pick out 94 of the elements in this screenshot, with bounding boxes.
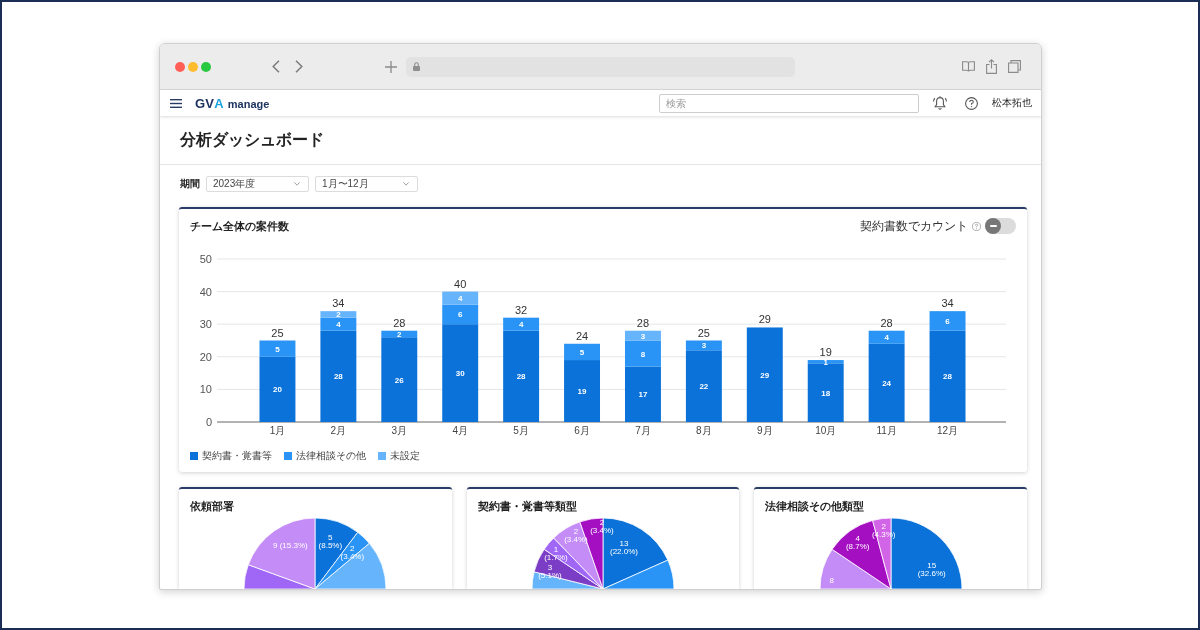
bar-value-label: 22 [699,382,709,392]
new-tab-icon[interactable] [385,60,397,73]
tabs-icon[interactable] [1008,60,1021,73]
window-close-icon[interactable] [175,61,185,72]
bar-total-label: 19 [819,346,832,359]
bar-value-label: 28 [516,372,526,382]
x-axis-label: 8月 [696,425,712,436]
bar-value-label: 6 [945,316,950,326]
y-axis-label: 20 [199,350,212,363]
bar-value-label: 29 [760,370,770,380]
x-axis-label: 2月 [330,425,347,436]
legend-label: 法律相談その他 [296,450,366,462]
bar-total-label: 25 [271,326,284,339]
x-axis-label: 9月 [757,425,773,436]
pie-chart-title: 法律相談その他類型 [765,499,866,514]
forward-icon[interactable] [295,60,303,73]
bar-total-label: 25 [697,326,710,339]
y-axis-label: 0 [205,416,212,428]
bar-value-label: 17 [638,390,648,400]
legend-label: 契約書・覚書等 [202,450,272,462]
bar-total-label: 24 [575,329,589,342]
legend-label: 未設定 [390,450,420,462]
bar-value-label: 18 [821,388,831,398]
bar-value-label: 4 [518,320,524,330]
pie-chart-title: 依頼部署 [190,499,235,514]
bar-value-label: 2 [397,330,402,339]
period-dropdown[interactable]: 1月〜12月 [315,176,418,192]
help-icon[interactable] [965,96,978,110]
slice-label: 3 (5.1%) [538,564,562,580]
x-axis-label: 12月 [937,425,959,436]
back-icon[interactable] [272,60,280,73]
chevron-down-icon [294,182,300,186]
bar-total-label: 29 [758,313,771,326]
bar-total-label: 34 [941,297,954,310]
chart-title: チーム全体の案件数 [190,219,289,234]
bar-value-label: 4 [458,294,463,304]
search-field[interactable]: 検索 [659,93,919,113]
window-zoom-icon[interactable] [201,61,211,72]
bar-value-label: 19 [577,387,587,397]
bar-value-label: 24 [882,378,892,388]
toggle-switch[interactable] [985,218,1016,234]
bar-total-label: 32 [515,303,528,316]
x-axis-label: 10月 [815,425,837,436]
user-name[interactable]: 松本拓也 [992,96,1032,110]
bar-value-label: 1 [823,357,828,367]
period-label: 期間 [180,177,200,191]
slice-label: 5 (8.5%) [318,534,343,550]
x-axis-label: 5月 [513,425,529,436]
menu-icon[interactable] [170,98,182,108]
x-axis-label: 7月 [635,425,651,436]
book-icon[interactable] [962,61,975,72]
bar-value-label: 30 [455,369,465,379]
x-axis-label: 1月 [269,425,286,436]
slice-label: 9 (15.3%) [273,542,308,550]
bar-total-label: 40 [454,277,467,290]
bar-total-label: 28 [880,316,893,329]
bar-value-label: 4 [336,320,341,330]
slice-label: 8 [829,577,834,585]
bar-value-label: 6 [458,310,463,320]
period-dropdown[interactable]: 2023年度 [206,176,309,192]
slice-label: 13 (22.0%) [610,540,638,556]
share-icon[interactable] [986,59,997,74]
bar-value-label: 2 [336,310,341,320]
bar-value-label: 8 [640,349,646,359]
toggle-label: 契約書数でカウント [860,218,968,234]
bar-total-label: 28 [393,316,406,329]
bar-value-label: 28 [333,372,343,382]
bar-value-label: 4 [884,333,889,343]
page-title: 分析ダッシュボード [180,130,324,150]
bar-value-label: 5 [275,344,280,354]
bar-value-label: 26 [394,375,404,385]
bar-value-label: 5 [579,347,585,357]
x-axis-label: 4月 [452,425,468,436]
bar-value-label: 3 [640,331,646,341]
bar-total-label: 28 [636,316,650,329]
app-logo[interactable]: GVA manage [195,95,270,111]
x-axis-label: 11月 [876,425,897,436]
pie-chart-title: 契約書・覚書等類型 [477,499,578,514]
slice-label: 4 (8.7%) [845,535,870,551]
y-axis-label: 40 [199,285,212,298]
bar-total-label: 34 [332,297,345,310]
bar-value-label: 3 [701,341,707,351]
chevron-down-icon [403,182,409,186]
bell-icon[interactable] [933,95,947,111]
bar-value-label: 28 [943,372,952,382]
y-axis-label: 10 [199,383,212,396]
lock-icon [413,62,420,71]
slice-label: 15 (32.6%) [917,562,946,578]
bar-value-label: 20 [273,385,282,395]
y-axis-label: 50 [199,253,212,265]
x-axis-label: 3月 [391,425,408,436]
y-axis-label: 30 [199,318,212,331]
x-axis-label: 6月 [574,425,590,436]
slice-label: 2 (3.4%) [564,528,588,544]
